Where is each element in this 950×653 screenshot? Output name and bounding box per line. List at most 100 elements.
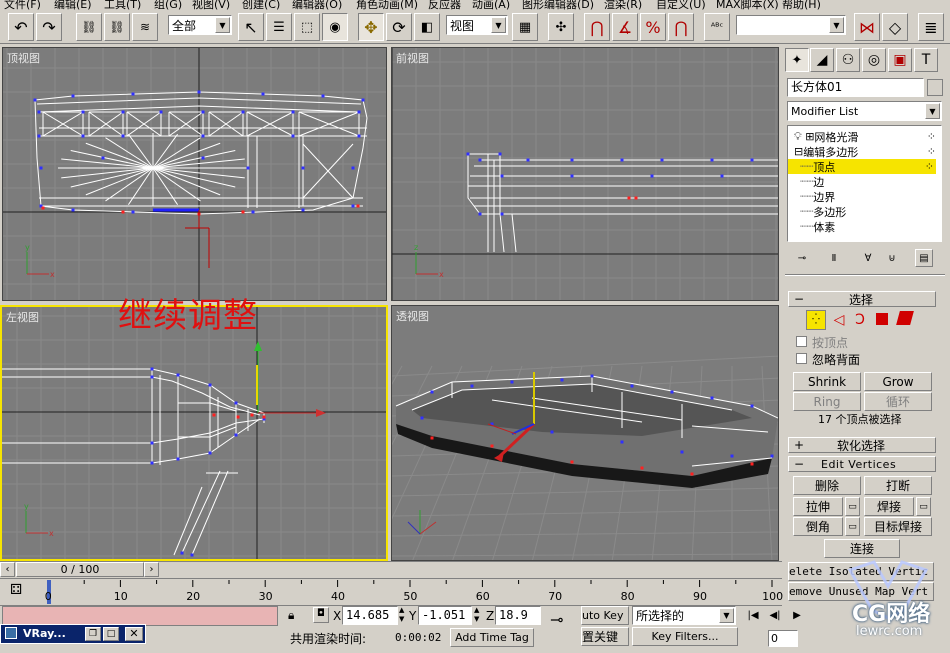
menu-item[interactable]: 动画(A) <box>472 0 510 10</box>
taskbar-window[interactable]: VRay... ❐ □ ✕ <box>0 624 146 644</box>
object-color-swatch[interactable] <box>927 79 943 96</box>
mirror-button[interactable]: ⋈ <box>854 13 880 41</box>
configure-sets-button[interactable]: ▤ <box>915 249 933 267</box>
menu-item[interactable]: 工具(T) <box>104 0 141 10</box>
menu-item[interactable]: 编辑器(O) <box>292 0 342 10</box>
time-slider-thumb[interactable]: 0 / 100 <box>16 562 144 577</box>
menu-item[interactable]: 角色动画(M) <box>356 0 418 10</box>
viewport-top[interactable]: yx 顶视图 <box>2 47 387 301</box>
tab-hierarchy[interactable]: ⚇ <box>836 48 860 72</box>
maxscript-listener[interactable] <box>2 606 278 626</box>
selection-filter-dropdown[interactable]: 全部 ▼ <box>168 15 232 35</box>
viewport-front-label[interactable]: 前视图 <box>396 50 429 66</box>
select-object-button[interactable]: ↖ <box>238 13 264 41</box>
pivot-center-button[interactable]: ▦ <box>512 13 538 41</box>
select-manipulate-button[interactable]: ✣ <box>548 13 574 41</box>
menu-item[interactable]: 编辑(E) <box>54 0 92 10</box>
weld-settings-button[interactable]: ▭ <box>916 497 931 516</box>
add-time-tag-button[interactable]: Add Time Tag <box>450 628 534 647</box>
window-crossing-button[interactable]: ◉ <box>322 13 348 41</box>
menu-item[interactable]: 反应器 <box>428 0 461 10</box>
key-set-filter-dropdown[interactable]: 所选择的 ▼ <box>632 606 736 625</box>
prev-frame-button[interactable]: ◀| <box>766 606 784 624</box>
modifier-stack-item[interactable]: ⊟ 编辑多边形 ⁘ <box>788 144 938 159</box>
modifier-stack-item[interactable]: ┈┈ 多边形 <box>788 204 938 219</box>
edit-vertices-rollout-header[interactable]: − Edit Vertices <box>788 456 936 472</box>
spinner-snap-button[interactable]: ⋂ <box>668 13 694 41</box>
modifier-list-dropdown[interactable]: Modifier List ▼ <box>787 101 942 121</box>
select-link-button[interactable]: ⛓ <box>76 13 102 41</box>
make-unique-button[interactable]: ∀ <box>859 249 877 267</box>
x-coordinate-field[interactable]: 14.685 <box>342 606 398 625</box>
viewport-left-label[interactable]: 左视图 <box>6 309 39 325</box>
extrude-settings-button[interactable]: ▭ <box>845 497 860 516</box>
viewport-perspective-label[interactable]: 透视图 <box>396 308 429 324</box>
track-bar-icon[interactable]: ⚃ <box>10 582 22 598</box>
redo-button[interactable]: ↷ <box>36 13 62 41</box>
chevron-down-icon[interactable]: ▼ <box>215 17 230 33</box>
play-button[interactable]: ▶ <box>788 606 806 624</box>
viewport-left[interactable]: yx 左视图 <box>0 305 388 561</box>
menu-item[interactable]: 创建(C) <box>242 0 280 10</box>
select-rotate-button[interactable]: ⟳ <box>386 13 412 41</box>
selection-lock-button[interactable]: 🔒︎ <box>288 608 294 623</box>
chevron-down-icon[interactable]: ▼ <box>719 608 734 623</box>
connect-button[interactable]: 连接 <box>824 539 900 558</box>
percent-snap-button[interactable]: % <box>640 13 666 41</box>
show-end-result-button[interactable]: Ⅱ <box>825 249 843 267</box>
remove-button[interactable]: 删除 <box>793 476 861 495</box>
current-frame-field[interactable]: 0 <box>768 630 798 647</box>
modifier-stack-item[interactable]: ┈┈ 顶点 ⁘ <box>788 159 936 174</box>
menu-item[interactable]: 图形编辑器(D) <box>522 0 594 10</box>
maximize-button[interactable]: □ <box>103 627 119 641</box>
chevron-down-icon[interactable]: ▼ <box>829 17 844 33</box>
tab-motion[interactable]: ◎ <box>862 48 886 72</box>
unlink-button[interactable]: ⛓ <box>104 13 130 41</box>
key-mode-button[interactable]: ⊸ <box>550 610 563 629</box>
select-move-button[interactable]: ✥ <box>358 13 384 41</box>
object-name-field[interactable]: 长方体01 <box>787 78 924 97</box>
z-coordinate-field[interactable]: 18.9 <box>495 606 541 625</box>
edit-named-selection-button[interactable]: ᴬᴮᶜ <box>704 13 730 41</box>
undo-button[interactable]: ↶ <box>8 13 34 41</box>
restore-button[interactable]: ❐ <box>85 627 101 641</box>
close-button[interactable]: ✕ <box>125 627 143 641</box>
grow-button[interactable]: Grow <box>864 372 932 391</box>
snap-toggle-button[interactable]: ⋂ <box>584 13 610 41</box>
menu-item[interactable]: 帮助(H) <box>782 0 821 10</box>
time-slider-next-button[interactable]: › <box>144 562 159 577</box>
modifier-stack-item[interactable]: ┈┈ 边界 <box>788 189 938 204</box>
break-button[interactable]: 打断 <box>864 476 932 495</box>
ring-button[interactable]: Ring <box>793 392 861 411</box>
menu-item[interactable]: 组(G) <box>154 0 182 10</box>
vertex-mode-button[interactable]: ⁛ <box>806 310 826 330</box>
pin-stack-button[interactable]: ⊸ <box>793 249 811 267</box>
ignore-backfacing-checkbox[interactable] <box>796 353 807 364</box>
edge-mode-button[interactable]: ◁ <box>830 311 848 329</box>
select-by-name-button[interactable]: ☰ <box>266 13 292 41</box>
menu-item[interactable]: MAX脚本(X) <box>716 0 779 10</box>
align-button[interactable]: ◇ <box>882 13 908 41</box>
angle-snap-button[interactable]: ∡ <box>612 13 638 41</box>
rect-selection-button[interactable]: ⬚ <box>294 13 320 41</box>
time-slider-prev-button[interactable]: ‹ <box>0 562 15 577</box>
menu-item[interactable]: 视图(V) <box>192 0 230 10</box>
polygon-mode-button[interactable] <box>876 313 888 325</box>
x-spinner[interactable]: ▲ ▼ <box>399 606 404 624</box>
selection-rollout-header[interactable]: − 选择 <box>788 291 936 307</box>
go-to-start-button[interactable]: |◀ <box>744 606 762 624</box>
modifier-stack-item[interactable]: ┈┈ 体素 <box>788 219 938 234</box>
menu-item[interactable]: 自定义(U) <box>656 0 706 10</box>
weld-button[interactable]: 焊接 <box>864 497 914 516</box>
modifier-stack-item[interactable]: 💡︎ ⊞ 网格光滑 ⁘ <box>788 129 938 144</box>
chamfer-button[interactable]: 倒角 <box>793 517 843 536</box>
layer-manager-button[interactable]: ≣ <box>918 13 944 41</box>
soft-selection-rollout-header[interactable]: + 软化选择 <box>788 437 936 453</box>
named-selection-dropdown[interactable]: ▼ <box>736 15 846 35</box>
remove-modifier-button[interactable]: ⊍ <box>883 249 901 267</box>
y-coordinate-field[interactable]: -1.051 <box>418 606 472 625</box>
modifier-stack[interactable]: 💡︎ ⊞ 网格光滑 ⁘ ⊟ 编辑多边形 ⁘ ┈┈ 顶点 ⁘ ┈┈ 边 ┈┈ 边界 ┈┈ 多边形 ┈… <box>787 125 942 242</box>
extrude-button[interactable]: 拉伸 <box>793 497 843 516</box>
viewport-top-label[interactable]: 顶视图 <box>7 50 40 66</box>
target-weld-button[interactable]: 目标焊接 <box>864 517 932 536</box>
